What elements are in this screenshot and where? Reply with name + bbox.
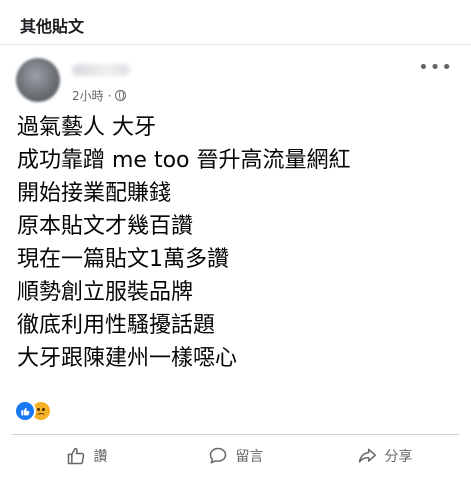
post-text-line: 過氣藝人 大牙 [17, 115, 156, 140]
post-timestamp[interactable]: 2小時 [72, 87, 104, 104]
share-button[interactable]: 分享 [310, 435, 459, 477]
comment-icon [209, 447, 226, 464]
like-button[interactable]: 讚 [12, 435, 161, 477]
post-text-line: 大牙跟陳建州一樣噁心 [17, 346, 238, 371]
meta-separator: · [107, 88, 112, 103]
post-text-line: 開始接業配賺錢 [17, 181, 172, 206]
share-arrow-icon [358, 448, 376, 463]
reaction-summary[interactable] [14, 400, 52, 422]
author-name-blurred[interactable] [72, 64, 130, 76]
comment-button[interactable]: 留言 [161, 435, 310, 477]
post-text-line: 成功靠蹭 me too 晉升高流量網紅 [17, 148, 351, 173]
post-text-line: 現在一篇貼文1萬多讚 [17, 247, 229, 272]
thumbs-up-icon [67, 447, 84, 465]
post-action-bar: 讚 留言 分享 [12, 434, 459, 477]
like-reaction-icon [14, 400, 36, 422]
like-button-label: 讚 [93, 449, 108, 465]
post-text-line: 徹底利用性騷擾話題 [17, 313, 216, 338]
comment-button-label: 留言 [235, 449, 264, 465]
section-title: 其他貼文 [20, 17, 85, 36]
post-text: 過氣藝人 大牙 成功靠蹭 me too 晉升高流量網紅 開始接業配賺錢 原本貼文… [17, 111, 457, 375]
post-meta: 2小時 · [72, 87, 127, 104]
post-text-line: 順勢創立服裝品牌 [17, 280, 194, 305]
section-header: 其他貼文 [0, 0, 471, 44]
globe-icon [115, 90, 127, 101]
share-button-label: 分享 [384, 449, 413, 465]
post-card: 2小時 · ••• 過氣藝人 大牙 成功靠蹭 me too 晉升高流量網紅 開始… [0, 44, 471, 486]
more-options-icon[interactable]: ••• [418, 59, 453, 77]
post-text-line: 原本貼文才幾百讚 [17, 214, 194, 239]
avatar[interactable] [16, 58, 60, 102]
